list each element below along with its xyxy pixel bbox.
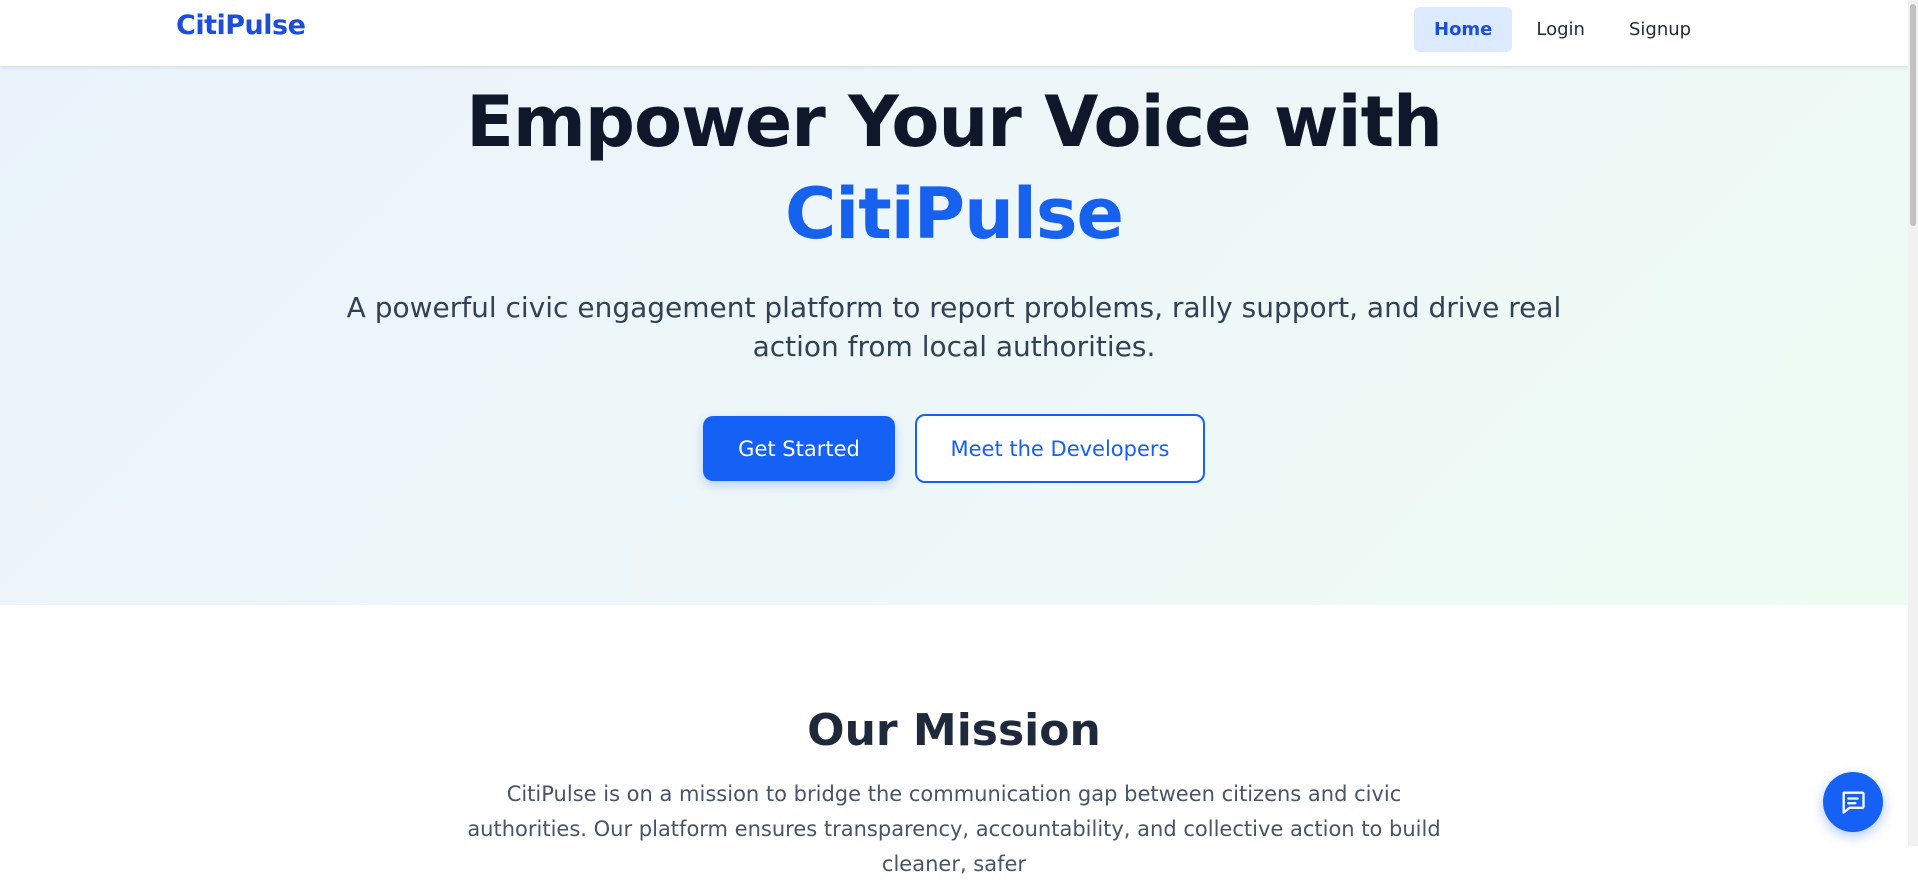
nav-links: Home Login Signup — [1414, 7, 1715, 52]
hero-title: Empower Your Voice with CitiPulse — [0, 76, 1908, 260]
mission-section: Our Mission CitiPulse is on a mission to… — [0, 605, 1908, 876]
hero-title-accent: CitiPulse — [784, 173, 1124, 255]
chat-icon — [1842, 791, 1865, 814]
nav-link-login[interactable]: Login — [1516, 7, 1605, 52]
hero-actions: Get Started Meet the Developers — [0, 414, 1908, 483]
get-started-button[interactable]: Get Started — [703, 416, 895, 481]
nav-link-home[interactable]: Home — [1414, 7, 1513, 52]
brand-logo[interactable]: CitiPulse — [176, 10, 306, 41]
navbar: CitiPulse Home Login Signup — [0, 0, 1914, 66]
scrollbar-thumb[interactable] — [1910, 4, 1916, 226]
hero-title-line1: Empower Your Voice with — [466, 81, 1443, 163]
hero-section: Empower Your Voice with CitiPulse A powe… — [0, 66, 1908, 605]
mission-title: Our Mission — [807, 705, 1101, 756]
nav-link-signup[interactable]: Signup — [1609, 7, 1711, 52]
page-scrollbar[interactable] — [1908, 0, 1918, 846]
meet-developers-button[interactable]: Meet the Developers — [915, 414, 1205, 483]
mission-text: CitiPulse is on a mission to bridge the … — [467, 782, 1441, 876]
chat-button[interactable] — [1823, 772, 1883, 832]
hero-subtitle: A powerful civic engagement platform to … — [346, 291, 1562, 363]
